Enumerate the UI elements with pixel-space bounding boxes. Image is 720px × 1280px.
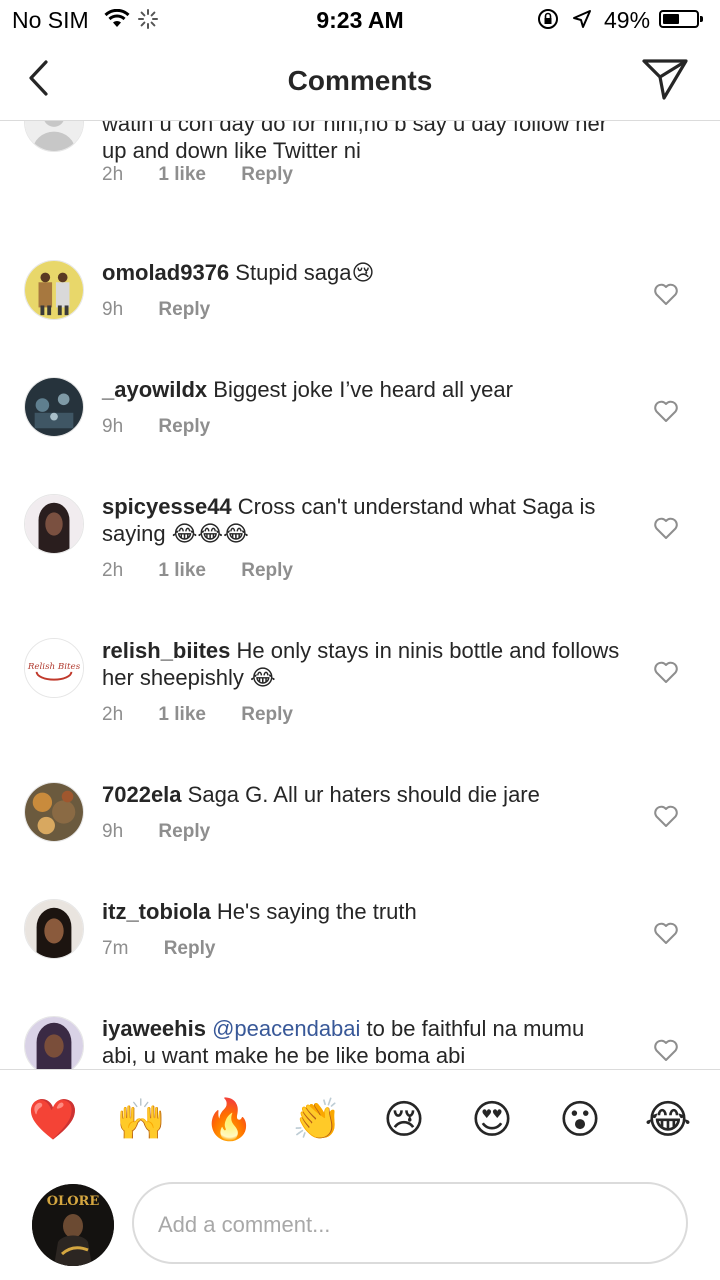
- chevron-down-icon[interactable]: [653, 121, 679, 126]
- reply-button[interactable]: Reply: [241, 560, 293, 581]
- comment-meta: 2h 1 like Reply: [102, 560, 323, 582]
- avatar[interactable]: [24, 899, 84, 959]
- comment-meta: 7m Reply: [102, 938, 245, 960]
- header: Comments: [0, 40, 720, 121]
- comment-username[interactable]: 7022ela: [102, 782, 182, 807]
- emoji-heart-button[interactable]: ❤️: [28, 1096, 78, 1144]
- comment-text: itz_tobiola He's saying the truth: [102, 898, 622, 925]
- heart-icon[interactable]: [653, 660, 679, 684]
- emoji-laughing-button[interactable]: 😂: [644, 1096, 692, 1144]
- reply-button[interactable]: Reply: [164, 938, 216, 959]
- logo-text: Relish Bites: [27, 662, 81, 672]
- battery-cap: [700, 16, 703, 22]
- emoji-clap-button[interactable]: 👏: [292, 1096, 342, 1144]
- comment-text: spicyesse44 Cross can't understand what …: [102, 493, 622, 547]
- comment-meta: 9h Reply: [102, 299, 240, 321]
- comment-input[interactable]: [156, 1204, 660, 1246]
- rotation-lock-icon: [538, 9, 558, 29]
- comment-time: 9h: [102, 299, 124, 320]
- comment-input-box[interactable]: [132, 1182, 688, 1264]
- emoji-crying-button[interactable]: 😢: [380, 1096, 428, 1144]
- reply-button[interactable]: Reply: [241, 164, 293, 185]
- avatar[interactable]: [24, 782, 84, 842]
- comment-username[interactable]: omolad9376: [102, 260, 229, 285]
- avatar-logo-text: OLORE: [47, 1194, 100, 1209]
- comment-time: 7m: [102, 938, 129, 959]
- avatar[interactable]: Relish Bites: [24, 638, 84, 698]
- comment-text: omolad9376 Stupid saga😢: [102, 259, 622, 286]
- heart-icon[interactable]: [653, 804, 679, 828]
- avatar[interactable]: [24, 260, 84, 320]
- comment-username[interactable]: relish_biites: [102, 638, 230, 663]
- comment-text: relish_biites He only stays in ninis bot…: [102, 637, 622, 691]
- comment-time: 9h: [102, 821, 124, 842]
- comment-username[interactable]: _ayowildx: [102, 377, 207, 402]
- reply-button[interactable]: Reply: [158, 821, 210, 842]
- comment-time: 9h: [102, 416, 124, 437]
- comment-username[interactable]: itz_tobiola: [102, 899, 211, 924]
- emoji-heart-eyes-button[interactable]: 😍: [468, 1096, 516, 1144]
- comment-text: 7022ela Saga G. All ur haters should die…: [102, 781, 622, 808]
- heart-icon[interactable]: [653, 282, 679, 306]
- comment-body: Biggest joke I’ve heard all year: [213, 377, 513, 402]
- emoji-quick-bar: ❤️ 🙌 🔥 👏 😢 😍 😮 😂: [0, 1069, 720, 1180]
- like-count[interactable]: 1 like: [158, 560, 206, 581]
- comment-composer: OLORE: [0, 1180, 720, 1280]
- comment-meta: 2h 1 like Reply: [102, 704, 323, 726]
- like-count[interactable]: 1 like: [158, 164, 206, 185]
- battery-percent: 49%: [604, 7, 651, 33]
- my-avatar[interactable]: OLORE: [32, 1184, 114, 1266]
- comment-time: 2h: [102, 560, 124, 581]
- comment-time: 2h: [102, 704, 124, 725]
- status-bar: No SIM 9:23 AM 49%: [0, 0, 720, 40]
- heart-icon[interactable]: [653, 921, 679, 945]
- comment-username[interactable]: spicyesse44: [102, 494, 232, 519]
- avatar[interactable]: [24, 1016, 84, 1069]
- avatar[interactable]: [24, 494, 84, 554]
- emoji-fire-button[interactable]: 🔥: [204, 1096, 254, 1144]
- comment-text: iyaweehis @peacendabai to be faithful na…: [102, 1015, 622, 1069]
- location-icon: [573, 10, 591, 28]
- comment-body: Stupid saga😢: [235, 260, 375, 285]
- comment-username[interactable]: iyaweehis: [102, 1016, 206, 1041]
- comment-body: watin u con day do for nini,no b say u d…: [102, 121, 608, 163]
- comment-meta: 9h Reply: [102, 416, 240, 438]
- reply-button[interactable]: Reply: [241, 704, 293, 725]
- heart-icon[interactable]: [653, 399, 679, 423]
- paper-plane-icon[interactable]: [640, 56, 690, 102]
- page-title: Comments: [287, 65, 433, 96]
- heart-icon[interactable]: [653, 516, 679, 540]
- mention-link[interactable]: @peacendabai: [212, 1016, 360, 1041]
- emoji-surprised-button[interactable]: 😮: [556, 1096, 604, 1144]
- comment-text: _ayowildx Biggest joke I’ve heard all ye…: [102, 376, 622, 403]
- comment-text: watin u con day do for nini,no b say u d…: [102, 121, 622, 164]
- reply-button[interactable]: Reply: [158, 416, 210, 437]
- comment-body: He's saying the truth: [216, 899, 417, 924]
- emoji-raised-hands-button[interactable]: 🙌: [116, 1096, 166, 1144]
- comment-body: Saga G. All ur haters should die jare: [187, 782, 540, 807]
- like-count[interactable]: 1 like: [158, 704, 206, 725]
- reply-button[interactable]: Reply: [158, 299, 210, 320]
- battery-icon: [659, 10, 703, 28]
- comment-time: 2h: [102, 164, 124, 185]
- comment-list[interactable]: watin u con day do for nini,no b say u d…: [0, 121, 720, 1069]
- avatar[interactable]: [24, 377, 84, 437]
- avatar[interactable]: [24, 121, 84, 152]
- comment-meta: 2h 1 like Reply: [102, 164, 323, 186]
- heart-icon[interactable]: [653, 1038, 679, 1062]
- battery-fill: [663, 14, 679, 24]
- comment-meta: 9h Reply: [102, 821, 240, 843]
